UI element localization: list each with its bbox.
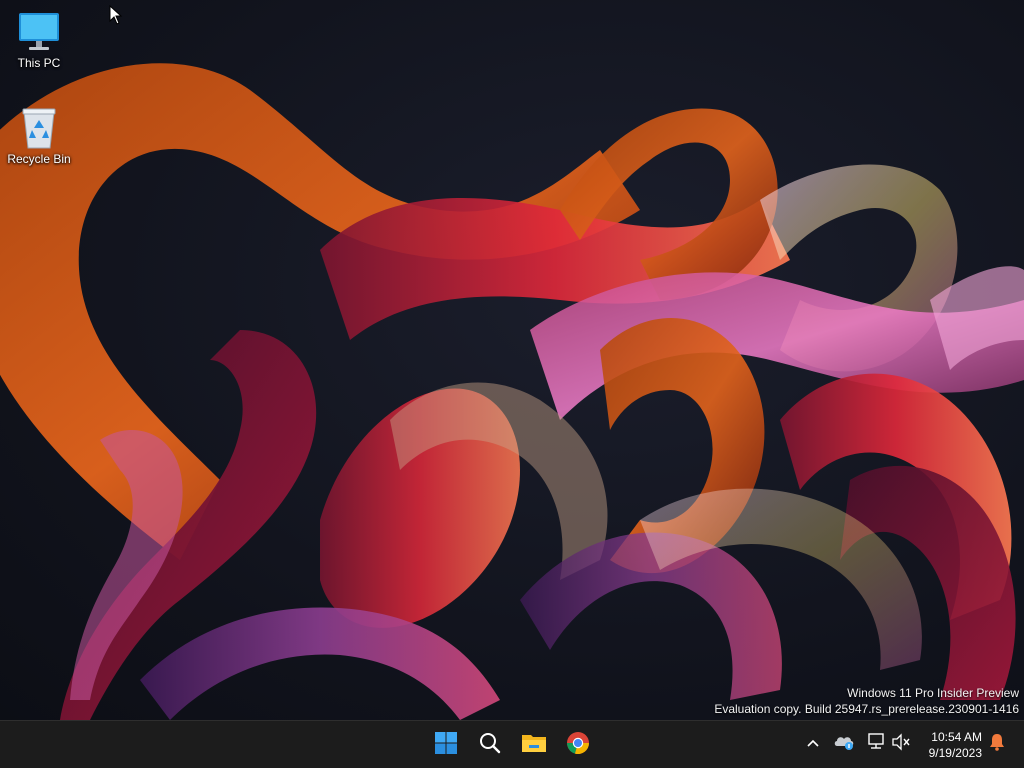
recycle-bin-icon	[17, 106, 61, 150]
desktop-icon-this-pc[interactable]: This PC	[1, 10, 77, 70]
monitor-icon	[17, 10, 61, 54]
chrome-button[interactable]	[560, 727, 596, 763]
start-button[interactable]	[428, 727, 464, 763]
desktop-icon-label: This PC	[17, 56, 61, 70]
taskbar: 10:54 AM 9/19/2023	[0, 720, 1024, 768]
volume-tray-button[interactable]	[890, 732, 912, 756]
onedrive-icon	[833, 734, 855, 755]
desktop-icon-label: Recycle Bin	[7, 152, 71, 166]
notification-bell-icon	[989, 733, 1005, 756]
watermark-build: Evaluation copy. Build 25947.rs_prerelea…	[714, 702, 1019, 716]
chrome-icon	[566, 731, 590, 760]
clock-date: 9/19/2023	[928, 746, 982, 760]
evaluation-watermark: Windows 11 Pro Insider Preview Evaluatio…	[714, 685, 1019, 717]
chevron-up-icon	[806, 735, 820, 753]
file-explorer-button[interactable]	[516, 727, 552, 763]
volume-muted-icon	[891, 732, 911, 756]
onedrive-tray-button[interactable]	[833, 733, 855, 755]
wallpaper	[0, 63, 1024, 720]
clock-time: 10:54 AM	[931, 730, 982, 744]
desktop[interactable]: This PC Recycle Bin Windows 11 Pro Insid…	[0, 0, 1024, 720]
folder-icon	[521, 732, 547, 759]
network-icon	[866, 732, 886, 756]
mouse-cursor-icon	[109, 4, 123, 25]
watermark-edition: Windows 11 Pro Insider Preview	[847, 686, 1019, 700]
notification-center-button[interactable]	[986, 733, 1008, 755]
windows-logo-icon	[434, 731, 458, 760]
network-tray-button[interactable]	[865, 732, 887, 756]
search-button[interactable]	[472, 727, 508, 763]
taskbar-clock[interactable]: 10:54 AM 9/19/2023	[929, 729, 982, 761]
show-hidden-icons-button[interactable]	[802, 733, 824, 755]
search-icon	[479, 732, 501, 759]
desktop-icon-recycle-bin[interactable]: Recycle Bin	[1, 106, 77, 166]
